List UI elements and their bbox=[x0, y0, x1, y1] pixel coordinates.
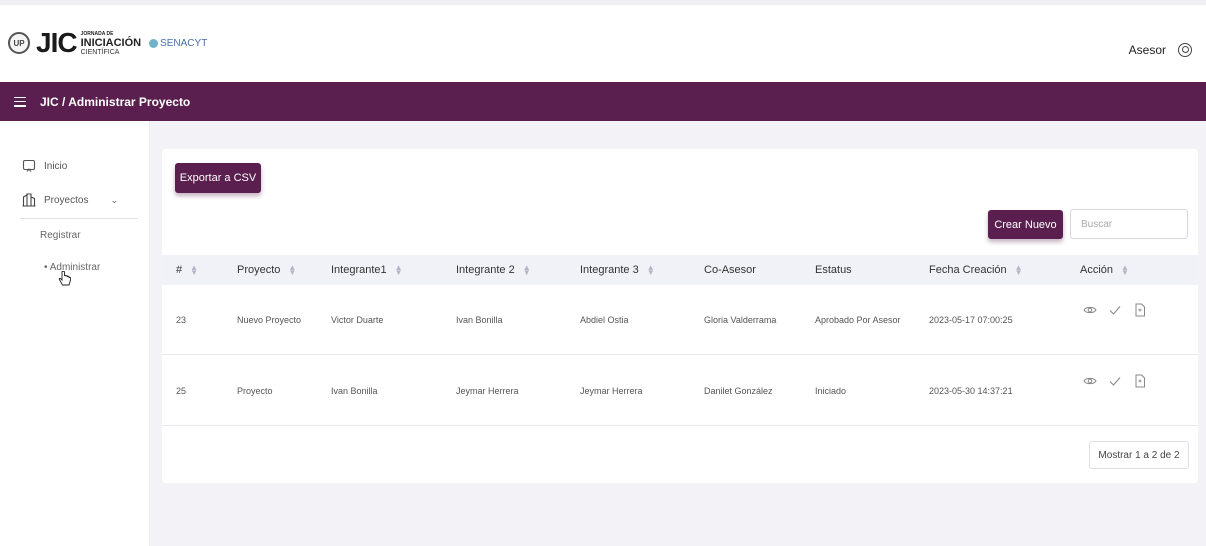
jic-logo[interactable]: UP JIC JORNADA DE INICIACIÓN CIENTÍFICA … bbox=[8, 27, 207, 59]
cell-integrante3: Jeymar Herrera bbox=[580, 386, 643, 396]
sidebar-item-proyectos[interactable]: Proyectos ⌄ bbox=[22, 193, 118, 207]
senacyt-text: SENACYT bbox=[160, 37, 208, 49]
sort-icon[interactable]: ▲ ▼ bbox=[523, 264, 531, 277]
cell-id: 23 bbox=[176, 315, 187, 325]
cell-integrante2: Ivan Bonilla bbox=[456, 315, 503, 325]
cell-fecha: 2023-05-17 07:00:25 bbox=[929, 315, 1013, 325]
col-header-proyecto[interactable]: Proyecto ▲ ▼ bbox=[237, 264, 296, 277]
cell-proyecto: Proyecto bbox=[237, 386, 273, 396]
cell-integrante3: Abdiel Ostia bbox=[580, 315, 629, 325]
cell-proyecto: Nuevo Proyecto bbox=[237, 315, 302, 325]
user-menu[interactable]: Asesor bbox=[1129, 43, 1192, 57]
cell-coasesor: Danilet González bbox=[704, 386, 773, 396]
cell-integrante1: Ivan Bonilla bbox=[331, 386, 378, 396]
sidebar-divider bbox=[20, 218, 138, 219]
eye-icon[interactable] bbox=[1083, 374, 1097, 388]
file-icon[interactable] bbox=[1133, 303, 1147, 317]
senacyt-logo: SENACYT bbox=[149, 38, 207, 49]
building-icon bbox=[22, 193, 36, 207]
sidebar-subitem-administrar[interactable]: • Administrar bbox=[44, 262, 100, 273]
row-actions bbox=[1083, 374, 1158, 388]
sidebar-subitem-registrar[interactable]: Registrar bbox=[40, 230, 81, 241]
logo-brand: JIC bbox=[36, 27, 78, 58]
sidebar-item-inicio[interactable]: Inicio bbox=[22, 159, 67, 173]
projects-card: Exportar a CSV Crear Nuevo #▲▼ Proyecto▲… bbox=[162, 149, 1198, 483]
col-header-coasesor: Co-Asesor bbox=[704, 264, 756, 276]
col-header-integrante3[interactable]: Integrante 3 ▲ ▼ bbox=[580, 264, 655, 277]
sort-icon[interactable]: ▲ ▼ bbox=[288, 264, 296, 277]
pagination-info: Mostrar 1 a 2 de 2 bbox=[1089, 441, 1189, 469]
search-input[interactable] bbox=[1070, 209, 1188, 239]
eye-icon[interactable] bbox=[1083, 303, 1097, 317]
university-seal-icon: UP bbox=[8, 32, 30, 54]
top-header: UP JIC JORNADA DE INICIACIÓN CIENTÍFICA … bbox=[0, 0, 1206, 82]
table-header: # ▲ ▼ Proyecto ▲ ▼ Integrante1 ▲ ▼ Integrante … bbox=[162, 255, 1198, 285]
cell-id: 25 bbox=[176, 386, 187, 396]
logo-line2: INICIACIÓN bbox=[80, 36, 142, 49]
check-icon[interactable] bbox=[1108, 303, 1122, 317]
senacyt-icon bbox=[149, 38, 159, 48]
sidebar-item-label: Inicio bbox=[44, 160, 68, 172]
check-icon[interactable] bbox=[1108, 374, 1122, 388]
cell-integrante1: Victor Duarte bbox=[331, 315, 384, 325]
user-circle-icon[interactable] bbox=[1178, 43, 1192, 57]
sort-icon[interactable]: ▲ ▼ bbox=[190, 264, 198, 277]
cell-estatus: Iniciado bbox=[815, 386, 847, 396]
table-row: 23 Nuevo Proyecto Victor Duarte Ivan Bon… bbox=[162, 285, 1198, 355]
cell-coasesor: Gloria Valderrama bbox=[704, 315, 777, 325]
cell-estatus: Aprobado Por Asesor bbox=[815, 315, 901, 325]
pointer-cursor-icon bbox=[58, 271, 71, 286]
main-content: Exportar a CSV Crear Nuevo #▲▼ Proyecto▲… bbox=[150, 121, 1206, 546]
sort-icon[interactable]: ▲ ▼ bbox=[1121, 264, 1129, 277]
table-row: 25 Proyecto Ivan Bonilla Jeymar Herrera … bbox=[162, 356, 1198, 426]
col-header-integrante1[interactable]: Integrante1 ▲ ▼ bbox=[331, 264, 403, 277]
cell-fecha: 2023-05-30 14:37:21 bbox=[929, 386, 1013, 396]
nav-bar: JIC / Administrar Proyecto bbox=[0, 82, 1206, 121]
create-new-button[interactable]: Crear Nuevo bbox=[988, 210, 1063, 239]
chevron-down-icon[interactable]: ⌄ bbox=[110, 195, 118, 206]
export-csv-button[interactable]: Exportar a CSV bbox=[175, 163, 261, 193]
logo-text: JORNADA DE INICIACIÓN CIENTÍFICA bbox=[81, 30, 142, 57]
sidebar-item-label: Proyectos bbox=[44, 194, 89, 206]
cell-integrante2: Jeymar Herrera bbox=[456, 386, 519, 396]
breadcrumb: JIC / Administrar Proyecto bbox=[40, 94, 191, 109]
logo-line3: CIENTÍFICA bbox=[80, 48, 120, 56]
col-header-integrante2[interactable]: Integrante 2 ▲ ▼ bbox=[456, 264, 531, 277]
sort-icon[interactable]: ▲ ▼ bbox=[1015, 264, 1023, 277]
col-header-fecha[interactable]: Fecha Creación ▲ ▼ bbox=[929, 264, 1023, 277]
home-icon bbox=[22, 159, 36, 172]
user-role-label: Asesor bbox=[1128, 43, 1166, 57]
sidebar: Inicio Proyectos ⌄ Registrar • Administr… bbox=[0, 121, 150, 546]
sort-icon[interactable]: ▲ ▼ bbox=[647, 264, 655, 277]
menu-icon[interactable] bbox=[14, 96, 26, 107]
col-header-estatus: Estatus bbox=[815, 264, 852, 276]
col-header-id[interactable]: # ▲ ▼ bbox=[176, 264, 198, 277]
sort-icon[interactable]: ▲ ▼ bbox=[395, 264, 403, 277]
file-icon[interactable] bbox=[1133, 374, 1147, 388]
row-actions bbox=[1083, 303, 1158, 317]
col-header-accion[interactable]: Acción ▲ ▼ bbox=[1080, 264, 1129, 277]
